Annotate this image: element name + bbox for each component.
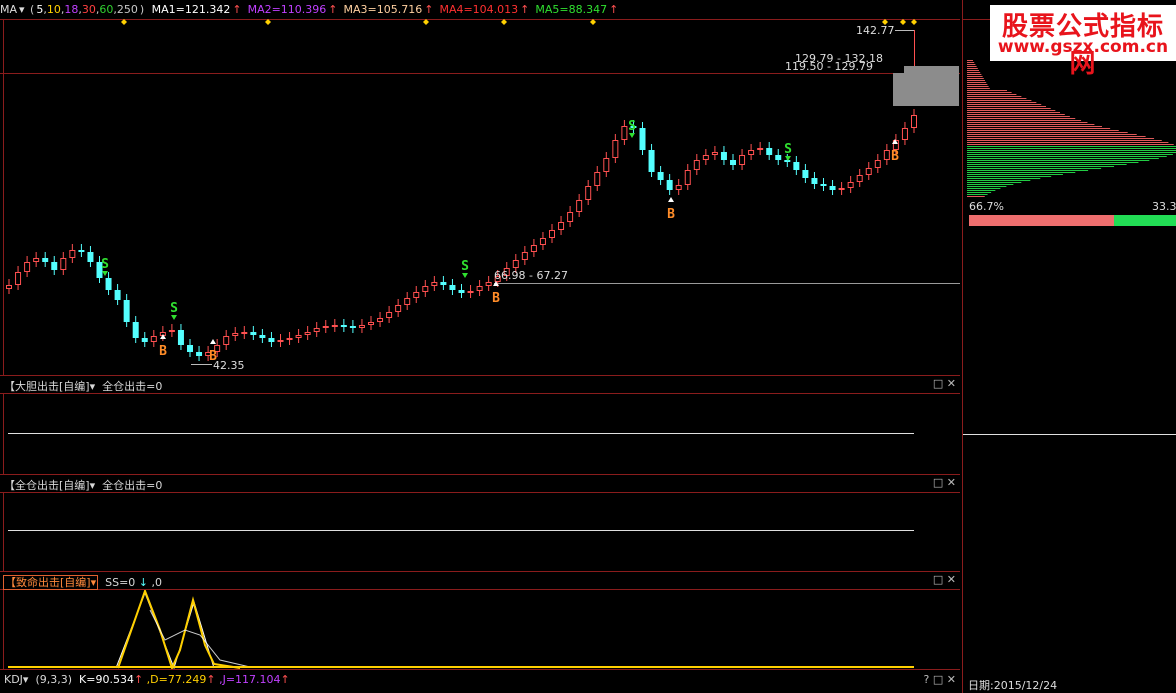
indicator-select[interactable]: MA ▾: [0, 3, 25, 16]
pane2-header[interactable]: 【全仓出击[自编]▾ 全仓出击=0 □ ✕: [0, 474, 960, 493]
price-high-label: 142.77: [856, 24, 895, 37]
pane1-header[interactable]: 【大胆出击[自编]▾ 全仓出击=0 □ ✕: [0, 375, 960, 394]
signal-label: B: [667, 207, 675, 222]
ma-param: 60: [99, 3, 114, 16]
date-label: 日期:2015/12/24: [968, 679, 1058, 692]
loss-bar: [1114, 215, 1176, 226]
price-low-label: 42.35: [213, 359, 245, 372]
signal-label: S: [101, 257, 109, 272]
main-chart-panel[interactable]: SSSSSBBBBB MA ▾ (5,10,18,30,60,250) MA1=1…: [0, 0, 960, 375]
close-icon[interactable]: ✕: [947, 673, 956, 686]
maximize-icon[interactable]: □: [933, 476, 943, 489]
site-logo: 股票公式指标网 www.gszx.com.cn: [990, 5, 1176, 79]
kdj-header[interactable]: KDJ▾ (9,3,3) K=90.534↑ ,D=77.249↑ ,J=117…: [0, 669, 960, 692]
arrow-down-icon: [171, 315, 177, 320]
pane1-title[interactable]: 【大胆出击[自编]▾ 全仓出击=0: [4, 378, 162, 394]
pane2-controls: □ ✕: [933, 476, 956, 489]
signal-label: B: [492, 291, 500, 306]
ma-value: MA2=110.396: [247, 3, 327, 16]
ma-param: 30: [81, 3, 96, 16]
signal-label: S: [784, 142, 792, 157]
signal-label: S: [170, 301, 178, 316]
maximize-icon[interactable]: □: [933, 673, 943, 686]
kdj-controls: ? □ ✕: [924, 673, 956, 686]
arrow-down-icon: [462, 273, 468, 278]
ma-value: MA3=105.716: [343, 3, 423, 16]
price-zone-cap: [904, 66, 959, 74]
loss-ratio-label: 33.3: [1152, 200, 1176, 213]
pane1-controls: □ ✕: [933, 377, 956, 390]
signal-label: S: [628, 119, 636, 134]
close-icon[interactable]: ✕: [947, 573, 956, 586]
pane3-chart[interactable]: [0, 590, 960, 670]
ma-value: MA5=88.347: [535, 3, 608, 16]
pane3-controls: □ ✕: [933, 573, 956, 586]
profit-ratio-label: 66.7%: [969, 200, 1004, 213]
signal-label: B: [891, 149, 899, 164]
arrow-up-icon: [668, 197, 674, 202]
pane2-chart[interactable]: [0, 493, 960, 571]
ma-param: 18: [64, 3, 79, 16]
pane3-title[interactable]: 【致命出击[自编]▾ SS=0 ↓ ,0: [3, 574, 162, 590]
pane3-header[interactable]: 【致命出击[自编]▾ SS=0 ↓ ,0 □ ✕: [0, 571, 960, 590]
ma-param: 250: [116, 3, 138, 16]
zone-label-2: 119.50 - 129.79: [785, 60, 873, 73]
maximize-icon[interactable]: □: [933, 573, 943, 586]
close-icon[interactable]: ✕: [947, 476, 956, 489]
zone-label-3: 66.98 - 67.27: [494, 269, 568, 282]
signal-label: B: [159, 344, 167, 359]
volume-profile: [963, 19, 1176, 435]
price-zone-box: [893, 73, 959, 106]
arrow-up-icon: [210, 339, 216, 344]
ma-legend: MA ▾ (5,10,18,30,60,250) MA1=121.342 ↑ MA2=…: [0, 3, 626, 19]
kdj-legend[interactable]: KDJ▾ (9,3,3) K=90.534↑ ,D=77.249↑ ,J=117…: [4, 673, 290, 686]
logo-url: www.gszx.com.cn: [997, 37, 1169, 57]
signal-label: S: [461, 259, 469, 274]
pane2-title[interactable]: 【全仓出击[自编]▾ 全仓出击=0: [4, 477, 162, 493]
candles-group: [6, 30, 917, 361]
help-icon[interactable]: ?: [924, 673, 930, 686]
ma-value: MA1=121.342: [151, 3, 231, 16]
ma-value: MA4=104.013: [439, 3, 519, 16]
right-panel: 66.7% 33.3 日期:2015/12/24: [962, 0, 1176, 693]
pane1-chart[interactable]: [0, 394, 960, 474]
arrow-down-icon: [102, 271, 108, 276]
profit-bar: [969, 215, 1114, 226]
ma-param: 10: [46, 3, 61, 16]
ma-values: MA1=121.342 ↑ MA2=110.396 ↑ MA3=105.716 ↑ MA4=…: [151, 3, 619, 16]
arrow-down-icon: [629, 133, 635, 138]
close-icon[interactable]: ✕: [947, 377, 956, 390]
maximize-icon[interactable]: □: [933, 377, 943, 390]
ma-params: (5,10,18,30,60,250): [30, 3, 145, 16]
